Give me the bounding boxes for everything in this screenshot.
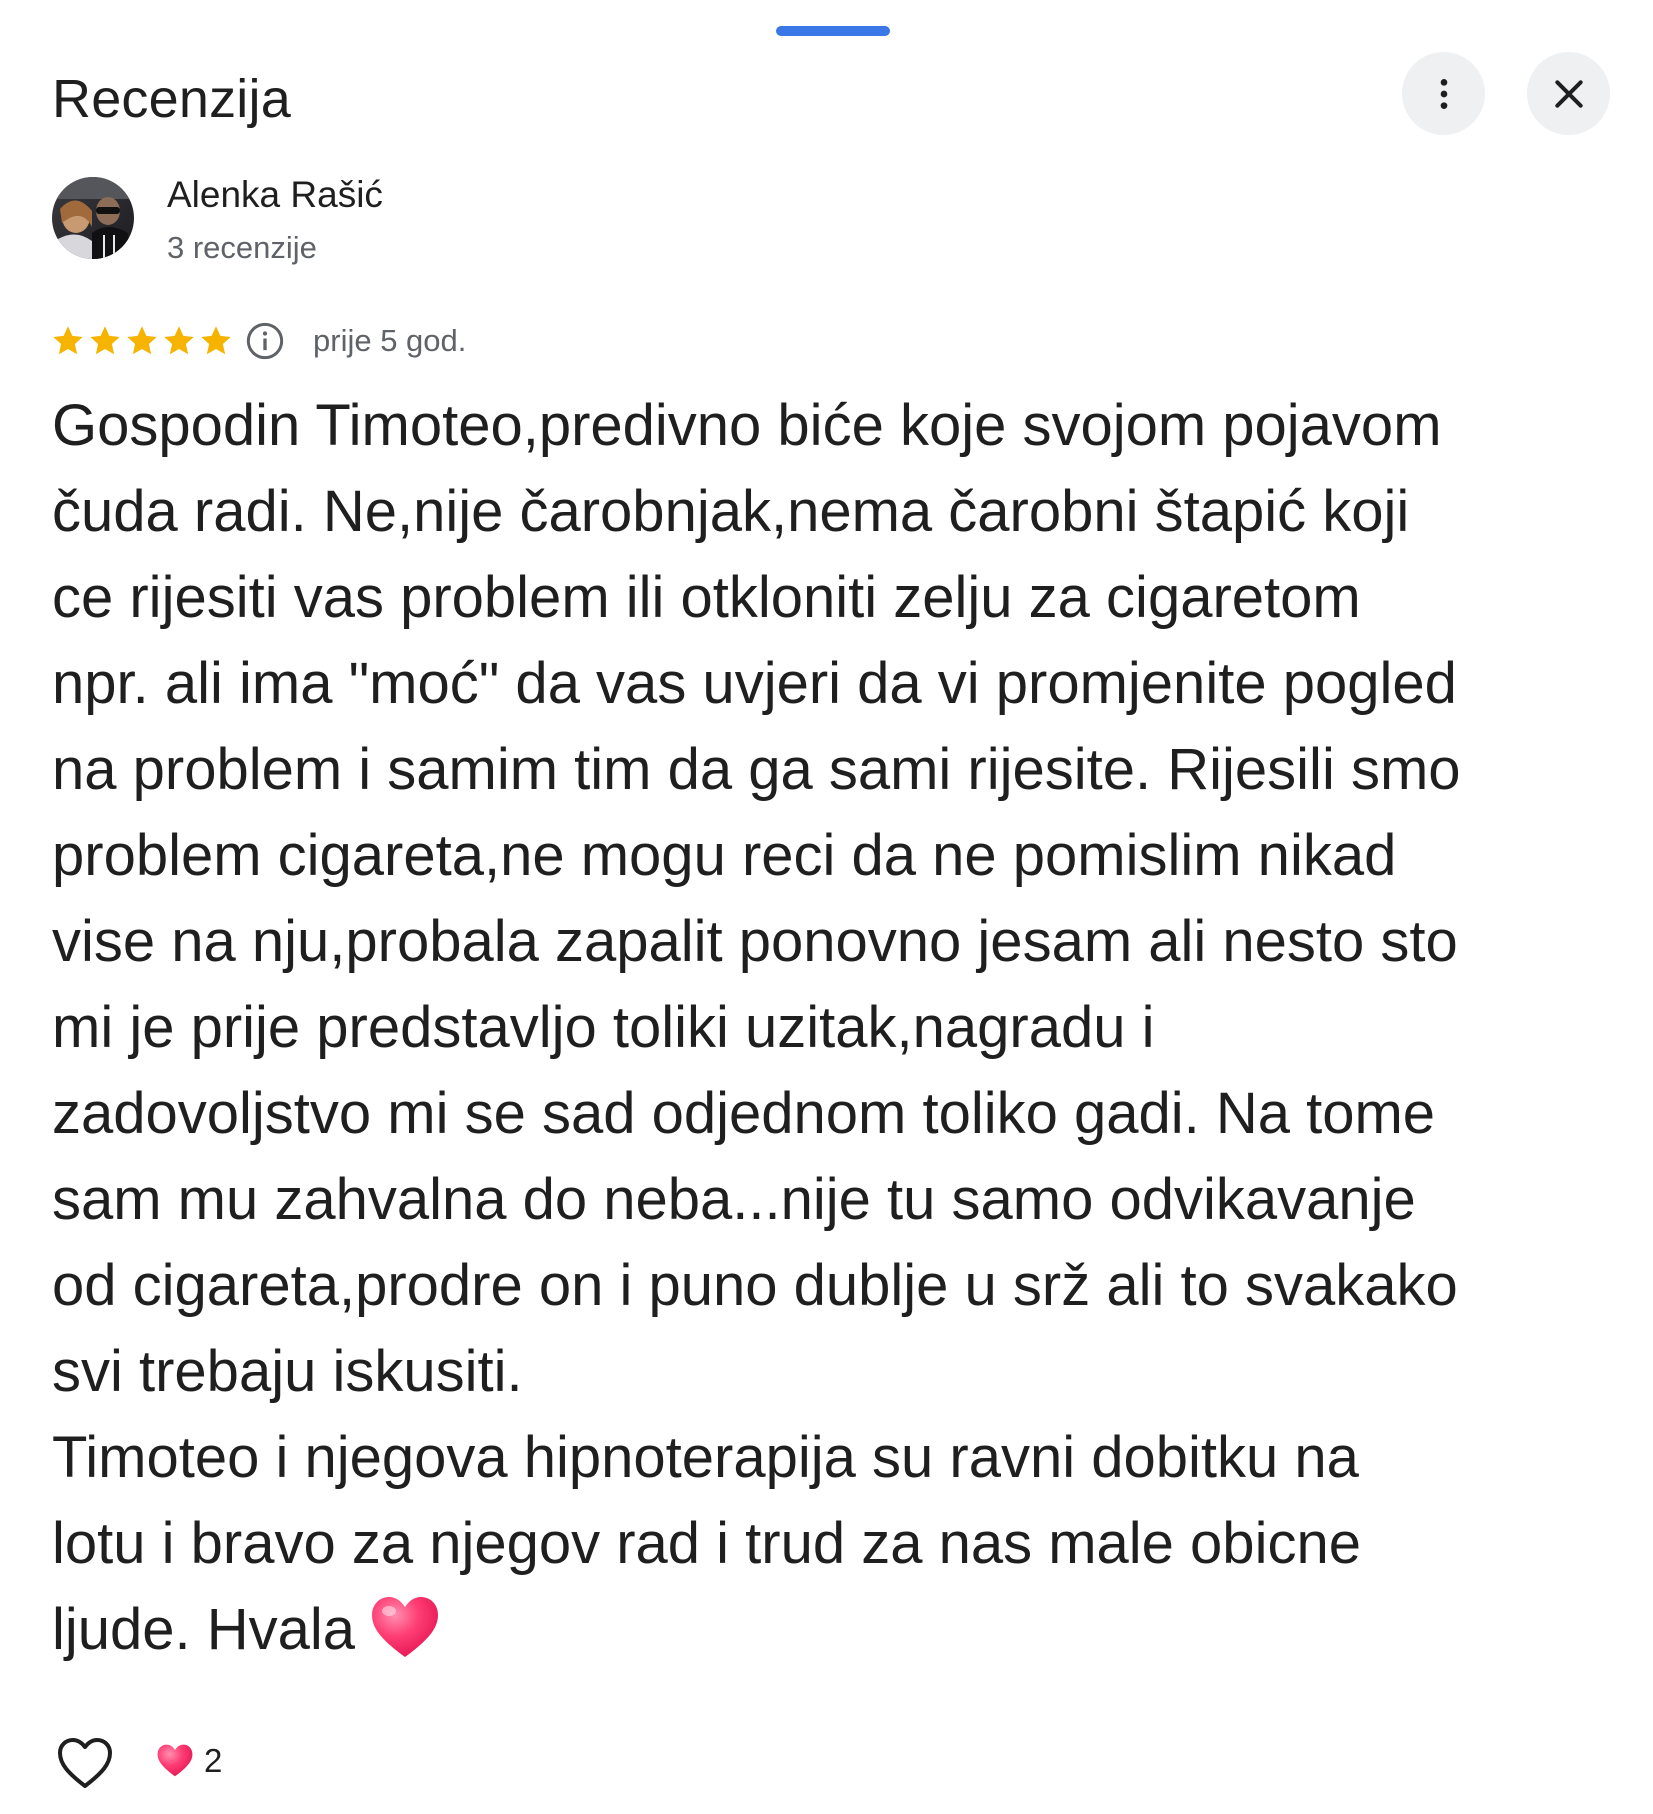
star-icon: [90, 326, 120, 355]
reaction-summary[interactable]: 2: [156, 1742, 222, 1780]
drag-handle[interactable]: [776, 26, 890, 36]
more-options-button[interactable]: [1402, 52, 1485, 135]
avatar[interactable]: [52, 177, 134, 259]
review-date: prije 5 god.: [313, 323, 467, 358]
star-icon: [53, 326, 83, 355]
heart-emoji-icon: [372, 1597, 439, 1657]
star-icon: [201, 326, 231, 355]
heart-reaction-icon: [157, 1744, 193, 1777]
star-icon: [127, 326, 157, 355]
rating-row: prije 5 god.: [50, 318, 466, 364]
close-button[interactable]: [1527, 52, 1610, 135]
close-icon: [1554, 79, 1583, 108]
info-icon[interactable]: [245, 321, 285, 361]
reaction-count: 2: [204, 1742, 223, 1779]
author-review-count: 3 recenzije: [167, 230, 317, 265]
page-title: Recenzija: [52, 69, 291, 129]
author-name[interactable]: Alenka Rašić: [167, 172, 383, 218]
like-heart-icon[interactable]: [56, 1736, 114, 1790]
review-text-content: Gospodin Timoteo,predivno biće koje svoj…: [52, 393, 1461, 1662]
more-vert-icon: [1440, 78, 1447, 109]
review-text: Gospodin Timoteo,predivno biće koje svoj…: [52, 383, 1612, 1673]
star-rating: [50, 323, 235, 359]
star-icon: [164, 326, 194, 355]
